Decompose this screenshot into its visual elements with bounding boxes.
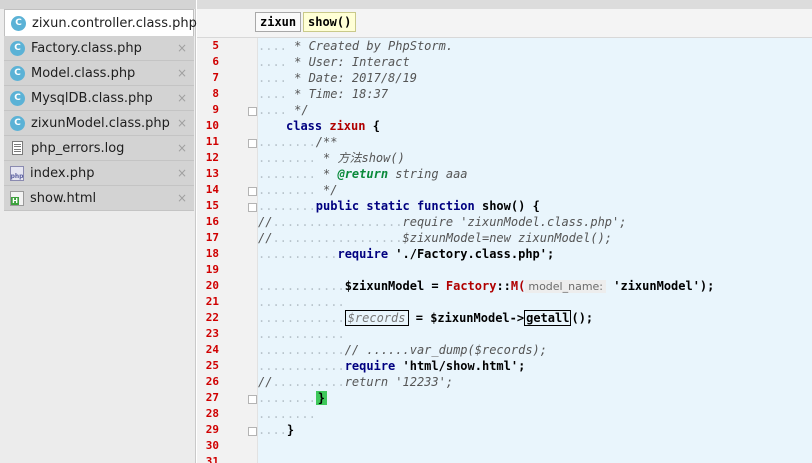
code-line: ......../** xyxy=(258,135,338,149)
line-number: 6 xyxy=(212,55,219,68)
file-tab-mysqldb[interactable]: C MysqlDB.class.php × xyxy=(4,86,194,111)
fold-marker-icon[interactable] xyxy=(248,187,257,196)
fold-marker-icon[interactable] xyxy=(248,427,257,436)
fold-marker-icon[interactable] xyxy=(248,139,257,148)
parameter-hint: model_name: xyxy=(525,280,607,293)
line-number-gutter[interactable]: 5 6 7 8 9 10 11 12 13 14 15 16 17 18 19 … xyxy=(197,38,258,463)
code-line: ............ xyxy=(258,327,345,341)
php-class-icon: C xyxy=(11,15,26,31)
line-number: 24 xyxy=(205,343,219,356)
php-class-icon: C xyxy=(10,90,25,106)
breadcrumb-class[interactable]: zixun xyxy=(255,12,302,32)
fold-marker-icon[interactable] xyxy=(248,203,257,212)
line-number: 5 xyxy=(212,39,219,52)
close-icon[interactable]: × xyxy=(177,66,187,80)
fold-marker-icon[interactable] xyxy=(248,395,257,404)
file-tab-label: zixunModel.class.php xyxy=(31,115,170,131)
code-line: .... * Time: 18:37 xyxy=(258,87,389,101)
php-class-icon: C xyxy=(10,65,25,81)
close-icon[interactable]: × xyxy=(177,41,187,55)
line-number: 23 xyxy=(205,327,219,340)
file-tab-label: index.php xyxy=(30,165,95,181)
line-number: 15 xyxy=(205,199,219,212)
code-line: ........public static function show() { xyxy=(258,199,540,213)
code-line: class zixun { xyxy=(286,119,380,133)
line-number: 7 xyxy=(212,71,219,84)
close-icon[interactable]: × xyxy=(177,91,187,105)
line-number: 31 xyxy=(205,455,219,463)
code-line: ........ */ xyxy=(258,183,338,197)
file-tabs-panel: C zixun.controller.class.php C Factory.c… xyxy=(0,0,197,463)
file-tab-show-html[interactable]: H show.html × xyxy=(4,186,194,211)
line-number: 26 xyxy=(205,375,219,388)
code-line-current: ............ $records = $zixunModel-> geta… xyxy=(258,310,594,326)
file-tab-zixunmodel[interactable]: C zixunModel.class.php × xyxy=(4,111,194,136)
line-number: 30 xyxy=(205,439,219,452)
line-number: 22 xyxy=(205,311,219,324)
breadcrumb-method[interactable]: show() xyxy=(303,12,357,32)
code-line: ........} xyxy=(258,391,328,405)
file-tab-factory[interactable]: C Factory.class.php × xyxy=(4,36,194,61)
line-number: 14 xyxy=(205,183,219,196)
line-number: 20 xyxy=(205,279,219,292)
code-line: ........ * @return string aaa xyxy=(258,167,468,181)
php-file-icon: php xyxy=(10,165,24,181)
line-number: 18 xyxy=(205,247,219,260)
file-tab-zixun-controller[interactable]: C zixun.controller.class.php xyxy=(4,9,197,36)
file-tab-label: show.html xyxy=(30,190,97,206)
close-icon[interactable]: × xyxy=(177,141,187,155)
line-number: 16 xyxy=(205,215,219,228)
code-line: //..........return '12233'; xyxy=(258,375,454,389)
code-line: ............$zixunModel = Factory::M(mod… xyxy=(258,279,715,293)
code-line: ....} xyxy=(258,423,295,437)
panel-header-strip xyxy=(0,0,196,9)
code-line: ........ xyxy=(258,407,316,421)
file-tab-label: php_errors.log xyxy=(31,140,125,156)
line-number: 25 xyxy=(205,359,219,372)
line-number: 28 xyxy=(205,407,219,420)
close-icon[interactable]: × xyxy=(177,116,187,130)
line-number: 17 xyxy=(205,231,219,244)
line-number: 8 xyxy=(212,87,219,100)
code-line: .... * Date: 2017/8/19 xyxy=(258,71,417,85)
code-line: ............// ......var_dump($records); xyxy=(258,343,547,357)
line-number: 21 xyxy=(205,295,219,308)
code-line: .... * Created by PhpStorm. xyxy=(258,39,454,53)
code-line: //..................require 'zixunModel.… xyxy=(258,215,627,229)
code-line: .... * User: Interact xyxy=(258,55,410,69)
code-editor[interactable]: .... * Created by PhpStorm. .... * User:… xyxy=(258,38,812,463)
code-line: .... */ xyxy=(258,103,309,117)
file-tab-index[interactable]: php index.php × xyxy=(4,161,194,186)
php-class-icon: C xyxy=(10,115,25,131)
code-line: ...........require './Factory.class.php'… xyxy=(258,247,555,261)
code-line: ............require 'html/show.html'; xyxy=(258,359,526,373)
close-icon[interactable]: × xyxy=(177,191,187,205)
php-class-icon: C xyxy=(10,40,25,56)
code-line: //..................$zixunModel=new zixu… xyxy=(258,231,613,245)
line-number: 19 xyxy=(205,263,219,276)
file-tab-label: zixun.controller.class.php xyxy=(32,15,197,31)
fold-marker-icon[interactable] xyxy=(248,107,257,116)
line-number: 9 xyxy=(212,103,219,116)
line-number: 12 xyxy=(205,151,219,164)
line-number: 29 xyxy=(205,423,219,436)
line-number: 10 xyxy=(205,119,219,132)
file-tab-label: Model.class.php xyxy=(31,65,136,81)
editor-tab-strip xyxy=(197,0,812,9)
line-number: 27 xyxy=(205,391,219,404)
file-tab-label: MysqlDB.class.php xyxy=(31,90,153,106)
close-icon[interactable]: × xyxy=(177,166,187,180)
code-line: ........ * 方法show() xyxy=(258,151,405,165)
line-number: 13 xyxy=(205,167,219,180)
log-file-icon xyxy=(12,141,23,155)
file-tab-model[interactable]: C Model.class.php × xyxy=(4,61,194,86)
file-tab-label: Factory.class.php xyxy=(31,40,142,56)
matched-brace: } xyxy=(315,391,328,405)
file-tab-php-errors[interactable]: php_errors.log × xyxy=(4,136,194,161)
code-line: ............ xyxy=(258,295,345,309)
html-file-icon: H xyxy=(10,190,24,206)
breadcrumb: zixun show() xyxy=(197,0,812,38)
line-number: 11 xyxy=(205,135,219,148)
